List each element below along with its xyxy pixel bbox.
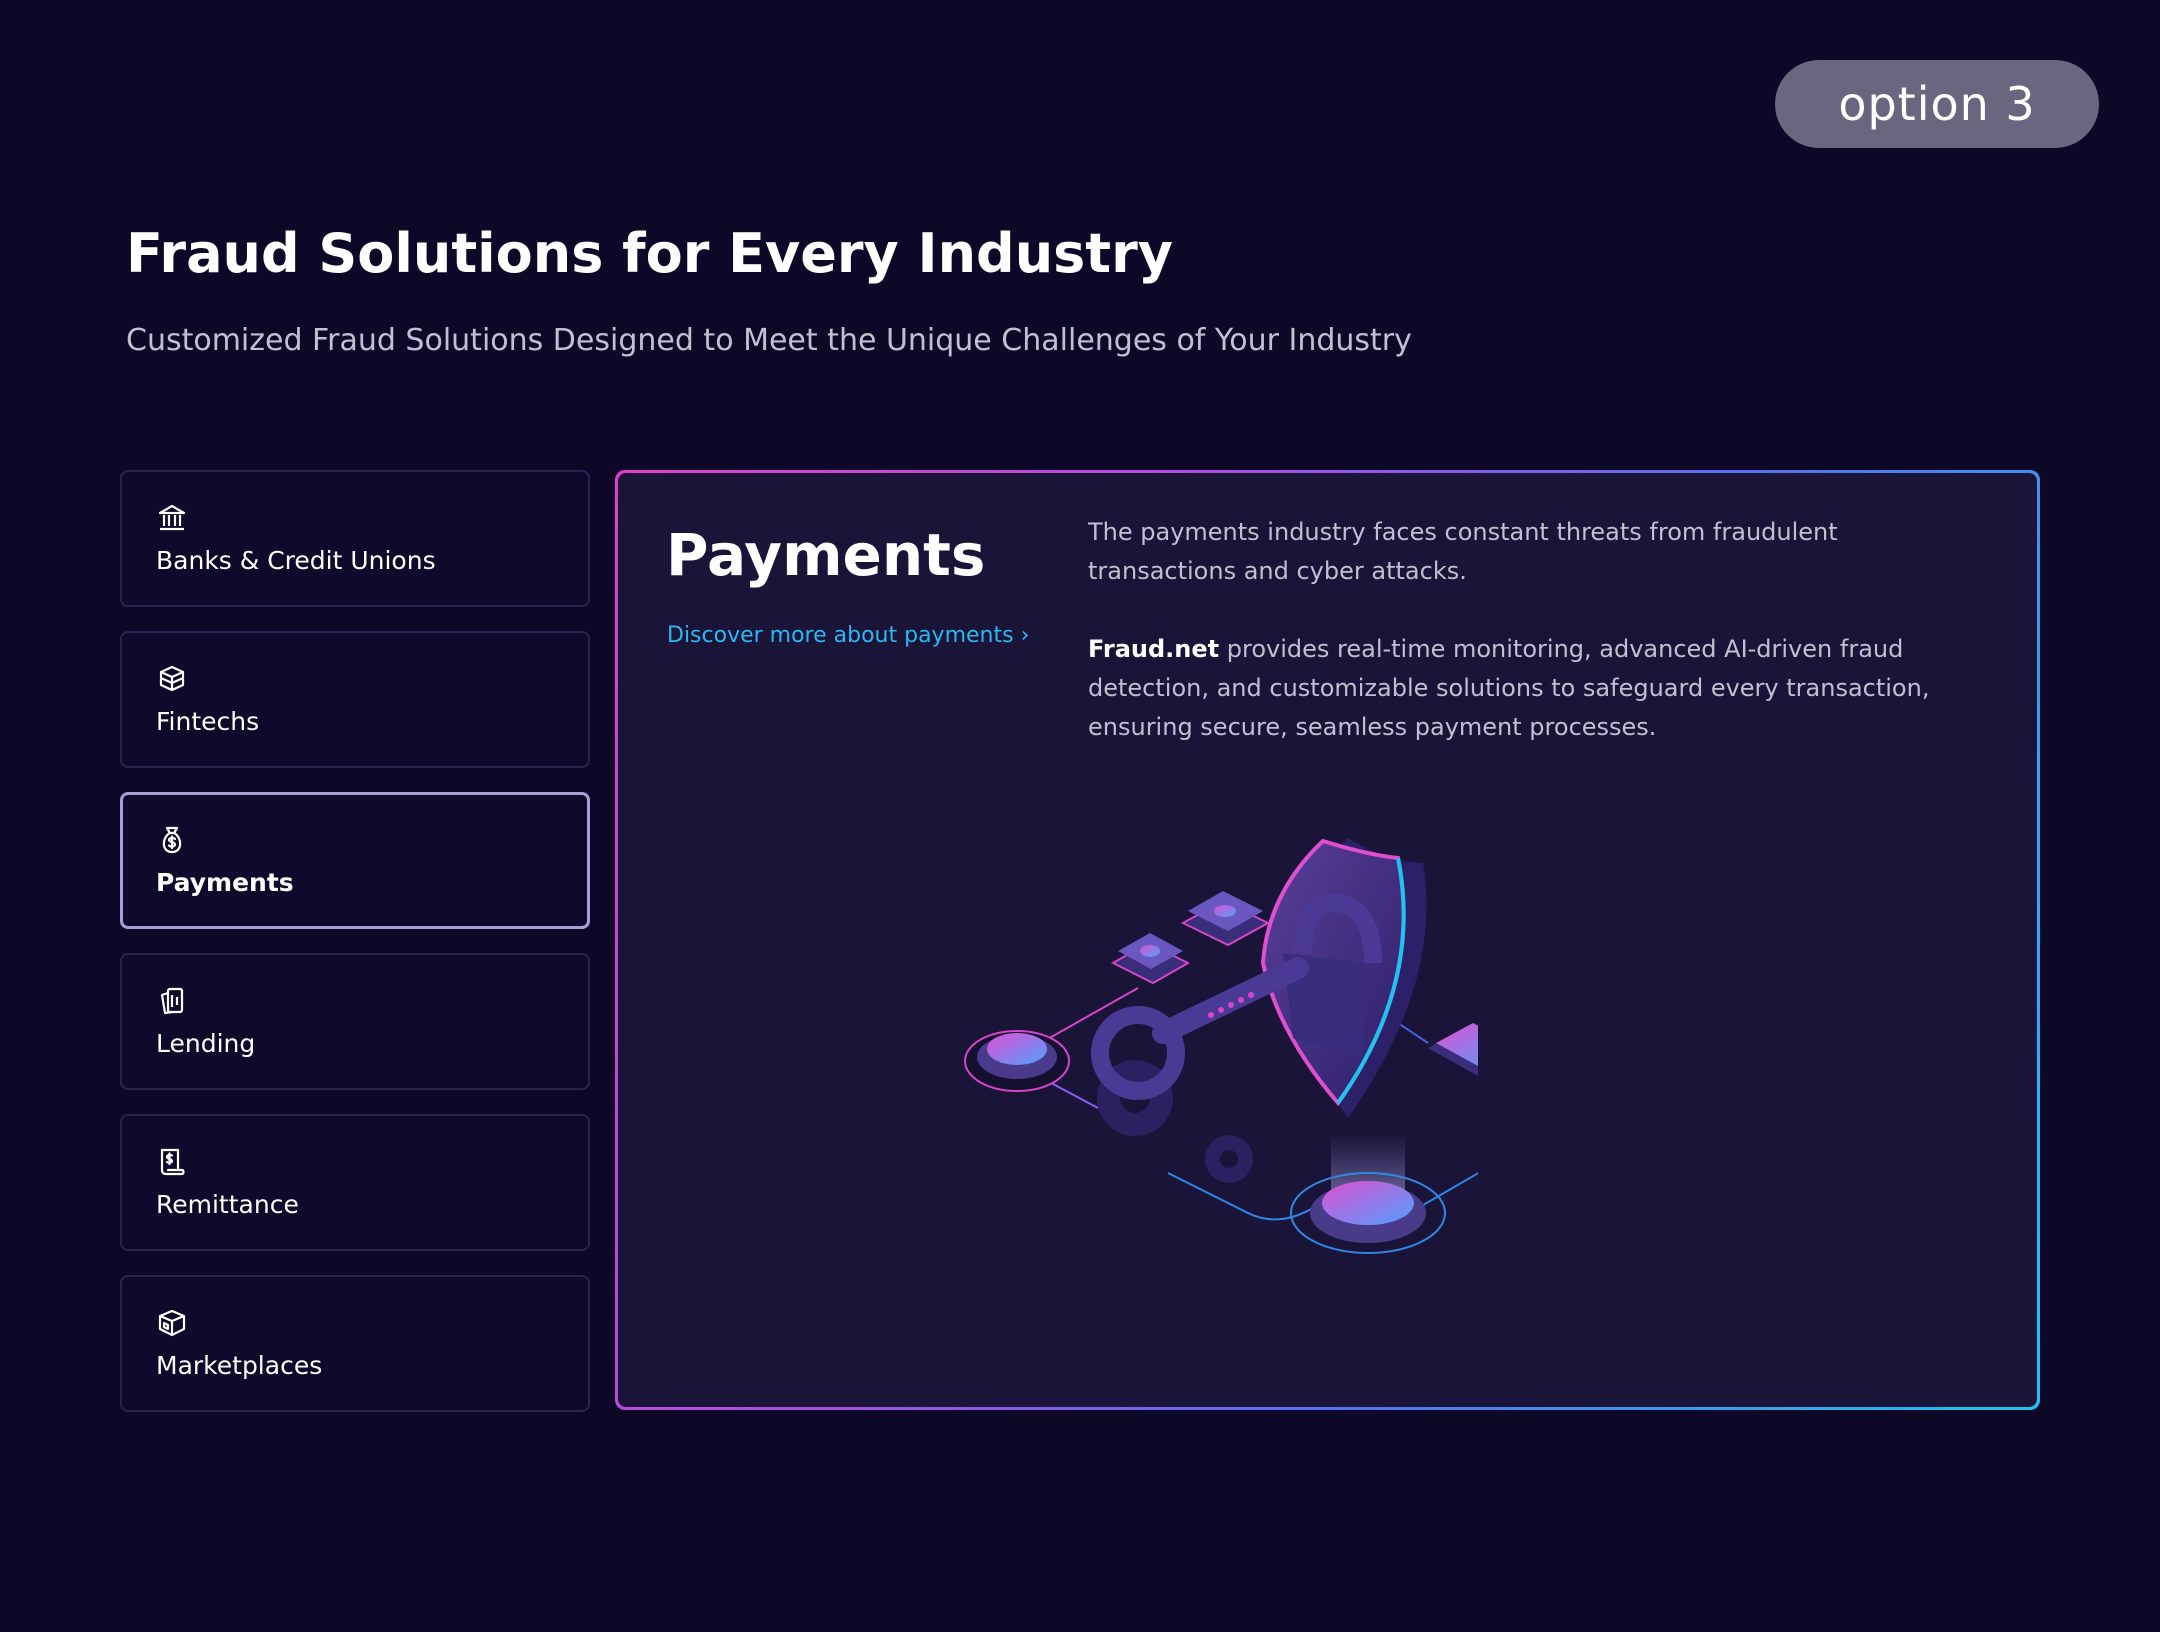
industry-item-label: Fintechs xyxy=(156,707,260,736)
shield-lock-key-illustration xyxy=(964,838,1478,1254)
brand-name: Fraud.net xyxy=(1088,635,1220,663)
option-badge: option 3 xyxy=(1775,60,2099,148)
panel-title: Payments xyxy=(666,521,986,589)
industry-item-lending[interactable]: Lending xyxy=(120,953,590,1090)
industry-item-remittance[interactable]: Remittance xyxy=(120,1114,590,1251)
industry-list: Banks & Credit Unions Fintechs Payments … xyxy=(120,470,590,1436)
page-subtitle: Customized Fraud Solutions Designed to M… xyxy=(126,323,1412,358)
package-icon xyxy=(158,1309,186,1337)
gear-icon xyxy=(1205,1135,1253,1183)
industry-item-label: Payments xyxy=(156,868,294,897)
panel-description-2: Fraud.net provides real-time monitoring,… xyxy=(1088,630,1968,747)
industry-item-payments[interactable]: Payments xyxy=(120,792,590,929)
panel-description-1: The payments industry faces constant thr… xyxy=(1088,518,1838,585)
cards-icon xyxy=(160,987,184,1015)
industry-item-marketplaces[interactable]: Marketplaces xyxy=(120,1275,590,1412)
stacked-box-icon xyxy=(159,665,185,692)
industry-detail-panel: Payments Discover more about payments › … xyxy=(615,470,2040,1410)
discover-more-link[interactable]: Discover more about payments › xyxy=(667,623,1029,648)
receipt-icon xyxy=(160,1148,185,1176)
industry-item-label: Remittance xyxy=(156,1190,299,1219)
industry-item-banks[interactable]: Banks & Credit Unions xyxy=(120,470,590,607)
industry-item-label: Lending xyxy=(156,1029,256,1058)
money-bag-icon xyxy=(162,826,182,854)
industry-item-label: Marketplaces xyxy=(156,1351,323,1380)
industry-detail-content: Payments Discover more about payments › … xyxy=(618,473,2037,1407)
industry-item-fintechs[interactable]: Fintechs xyxy=(120,631,590,768)
page-title: Fraud Solutions for Every Industry xyxy=(126,222,1173,285)
bank-icon xyxy=(158,504,186,531)
industry-item-label: Banks & Credit Unions xyxy=(156,546,436,575)
option-badge-label: option 3 xyxy=(1838,77,2036,131)
